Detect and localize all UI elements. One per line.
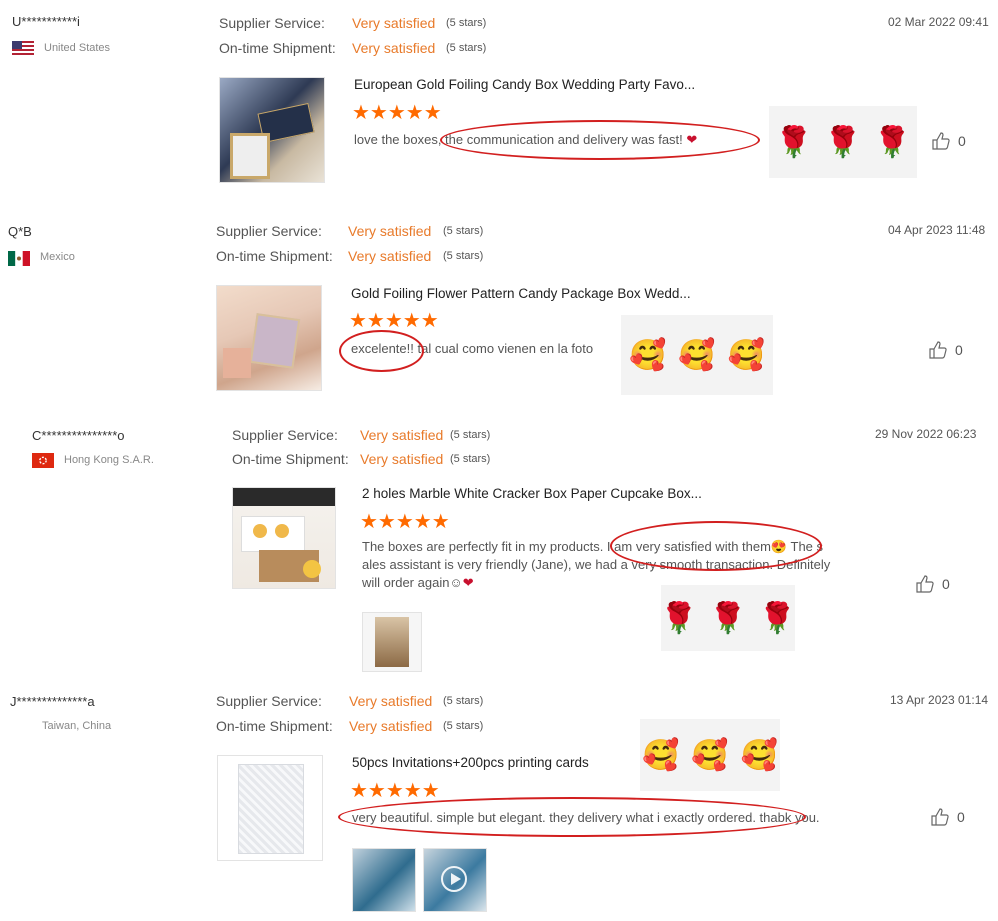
product-title-link[interactable]: 50pcs Invitations+200pcs printing cards: [352, 755, 589, 770]
like-count: 0: [958, 133, 966, 149]
supplier-service-stars: (5 stars): [443, 695, 484, 707]
review-item: U***********i United States Supplier Ser…: [0, 0, 998, 200]
rating-stars: ★★★★★: [352, 102, 442, 124]
shipment-stars: (5 stars): [443, 250, 484, 262]
review-item: Q*B Mexico Supplier Service: Very satisf…: [0, 210, 998, 410]
annotation-ellipse: [440, 120, 760, 160]
flag-mexico-icon: [8, 251, 30, 266]
rose-icon: 🌹: [709, 600, 747, 636]
supplier-service-label: Supplier Service:: [216, 693, 322, 709]
rose-icon: 🌹: [824, 124, 862, 160]
reviewer-name: C***************o: [32, 428, 125, 443]
supplier-service-stars: (5 stars): [450, 429, 491, 441]
smiling-face-hearts-icon: 🥰: [678, 337, 716, 373]
rose-icon: 🌹: [659, 600, 698, 636]
shipment-label: On-time Shipment:: [216, 718, 333, 734]
annotation-ellipse: [339, 330, 424, 372]
review-video[interactable]: [423, 848, 487, 912]
product-image[interactable]: [219, 77, 325, 183]
annotation-ellipse: [338, 797, 806, 837]
product-title-link[interactable]: European Gold Foiling Candy Box Wedding …: [354, 77, 695, 92]
supplier-service-label: Supplier Service:: [232, 427, 338, 443]
product-image[interactable]: [216, 285, 322, 391]
review-date: 04 Apr 2023 11:48: [888, 223, 986, 237]
product-image[interactable]: [232, 487, 336, 589]
rose-icon: 🌹: [758, 600, 797, 636]
product-image[interactable]: [217, 755, 323, 861]
reviewer-country: Hong Kong S.A.R.: [64, 454, 154, 466]
smiling-face-hearts-icon: 🥰: [740, 737, 779, 773]
shipment-label: On-time Shipment:: [216, 248, 333, 264]
shipment-value: Very satisfied: [348, 248, 432, 264]
thumbs-up-icon: [932, 132, 950, 150]
reviewer-name: U***********i: [12, 14, 80, 29]
review-photo[interactable]: [362, 612, 422, 672]
review-item: C***************o Hong Kong S.A.R. Suppl…: [0, 418, 998, 680]
review-date: 13 Apr 2023 01:14: [890, 693, 989, 707]
review-photo[interactable]: [352, 848, 416, 912]
supplier-service-stars: (5 stars): [446, 17, 487, 29]
supplier-service-value: Very satisfied: [360, 427, 444, 443]
supplier-service-value: Very satisfied: [348, 223, 432, 239]
product-title-link[interactable]: Gold Foiling Flower Pattern Candy Packag…: [351, 286, 691, 301]
supplier-service-label: Supplier Service:: [219, 15, 325, 31]
rose-icon: 🌹: [774, 124, 813, 160]
reviewer-name: J**************a: [10, 694, 95, 709]
reviewer-country: United States: [44, 42, 111, 54]
rose-icon: 🌹: [873, 124, 912, 160]
heart-icon: ❤: [462, 575, 474, 590]
flag-hong-kong-icon: [32, 453, 54, 468]
shipment-label: On-time Shipment:: [232, 451, 349, 467]
emoji-image[interactable]: 🥰 🥰 🥰: [621, 315, 773, 395]
emoji-image[interactable]: 🥰 🥰 🥰: [640, 719, 780, 791]
shipment-label: On-time Shipment:: [219, 40, 336, 56]
shipment-stars: (5 stars): [446, 42, 487, 54]
reviewer-name: Q*B: [8, 224, 32, 239]
flag-usa-icon: [12, 41, 34, 56]
review-date: 02 Mar 2022 09:41: [888, 15, 989, 29]
smiling-face-hearts-icon: 🥰: [628, 337, 667, 373]
thumbs-up-icon: [916, 575, 934, 593]
thumbs-up-icon: [931, 808, 949, 826]
rating-stars: ★★★★★: [349, 310, 439, 332]
rating-stars: ★★★★★: [360, 511, 450, 533]
shipment-value: Very satisfied: [352, 40, 436, 56]
emoji-image[interactable]: 🌹 🌹 🌹: [659, 585, 797, 651]
reviewer-country: Mexico: [40, 251, 75, 263]
product-title-link[interactable]: 2 holes Marble White Cracker Box Paper C…: [362, 486, 702, 501]
shipment-value: Very satisfied: [349, 718, 433, 734]
review-date: 29 Nov 2022 06:23: [875, 427, 977, 441]
like-button[interactable]: 0: [932, 132, 966, 150]
shipment-stars: (5 stars): [443, 720, 484, 732]
supplier-service-stars: (5 stars): [443, 225, 484, 237]
shipment-value: Very satisfied: [360, 451, 444, 467]
emoji-image[interactable]: 🌹 🌹 🌹: [769, 106, 917, 178]
shipment-stars: (5 stars): [450, 453, 491, 465]
play-icon[interactable]: [441, 866, 467, 892]
supplier-service-value: Very satisfied: [349, 693, 433, 709]
smiling-face-hearts-icon: 🥰: [641, 737, 680, 773]
reviewer-country: Taiwan, China: [42, 720, 112, 732]
smiling-face-hearts-icon: 🥰: [727, 337, 766, 373]
like-button[interactable]: 0: [931, 808, 965, 826]
supplier-service-label: Supplier Service:: [216, 223, 322, 239]
like-count: 0: [942, 576, 950, 592]
annotation-ellipse: [610, 521, 822, 571]
like-count: 0: [957, 809, 965, 825]
rating-stars: ★★★★★: [350, 780, 440, 802]
like-count: 0: [955, 342, 963, 358]
like-button[interactable]: 0: [916, 575, 950, 593]
thumbs-up-icon: [929, 341, 947, 359]
review-item: J**************a Taiwan, China Supplier …: [0, 686, 998, 921]
like-button[interactable]: 0: [929, 341, 963, 359]
smiling-face-hearts-icon: 🥰: [691, 737, 729, 773]
supplier-service-value: Very satisfied: [352, 15, 436, 31]
